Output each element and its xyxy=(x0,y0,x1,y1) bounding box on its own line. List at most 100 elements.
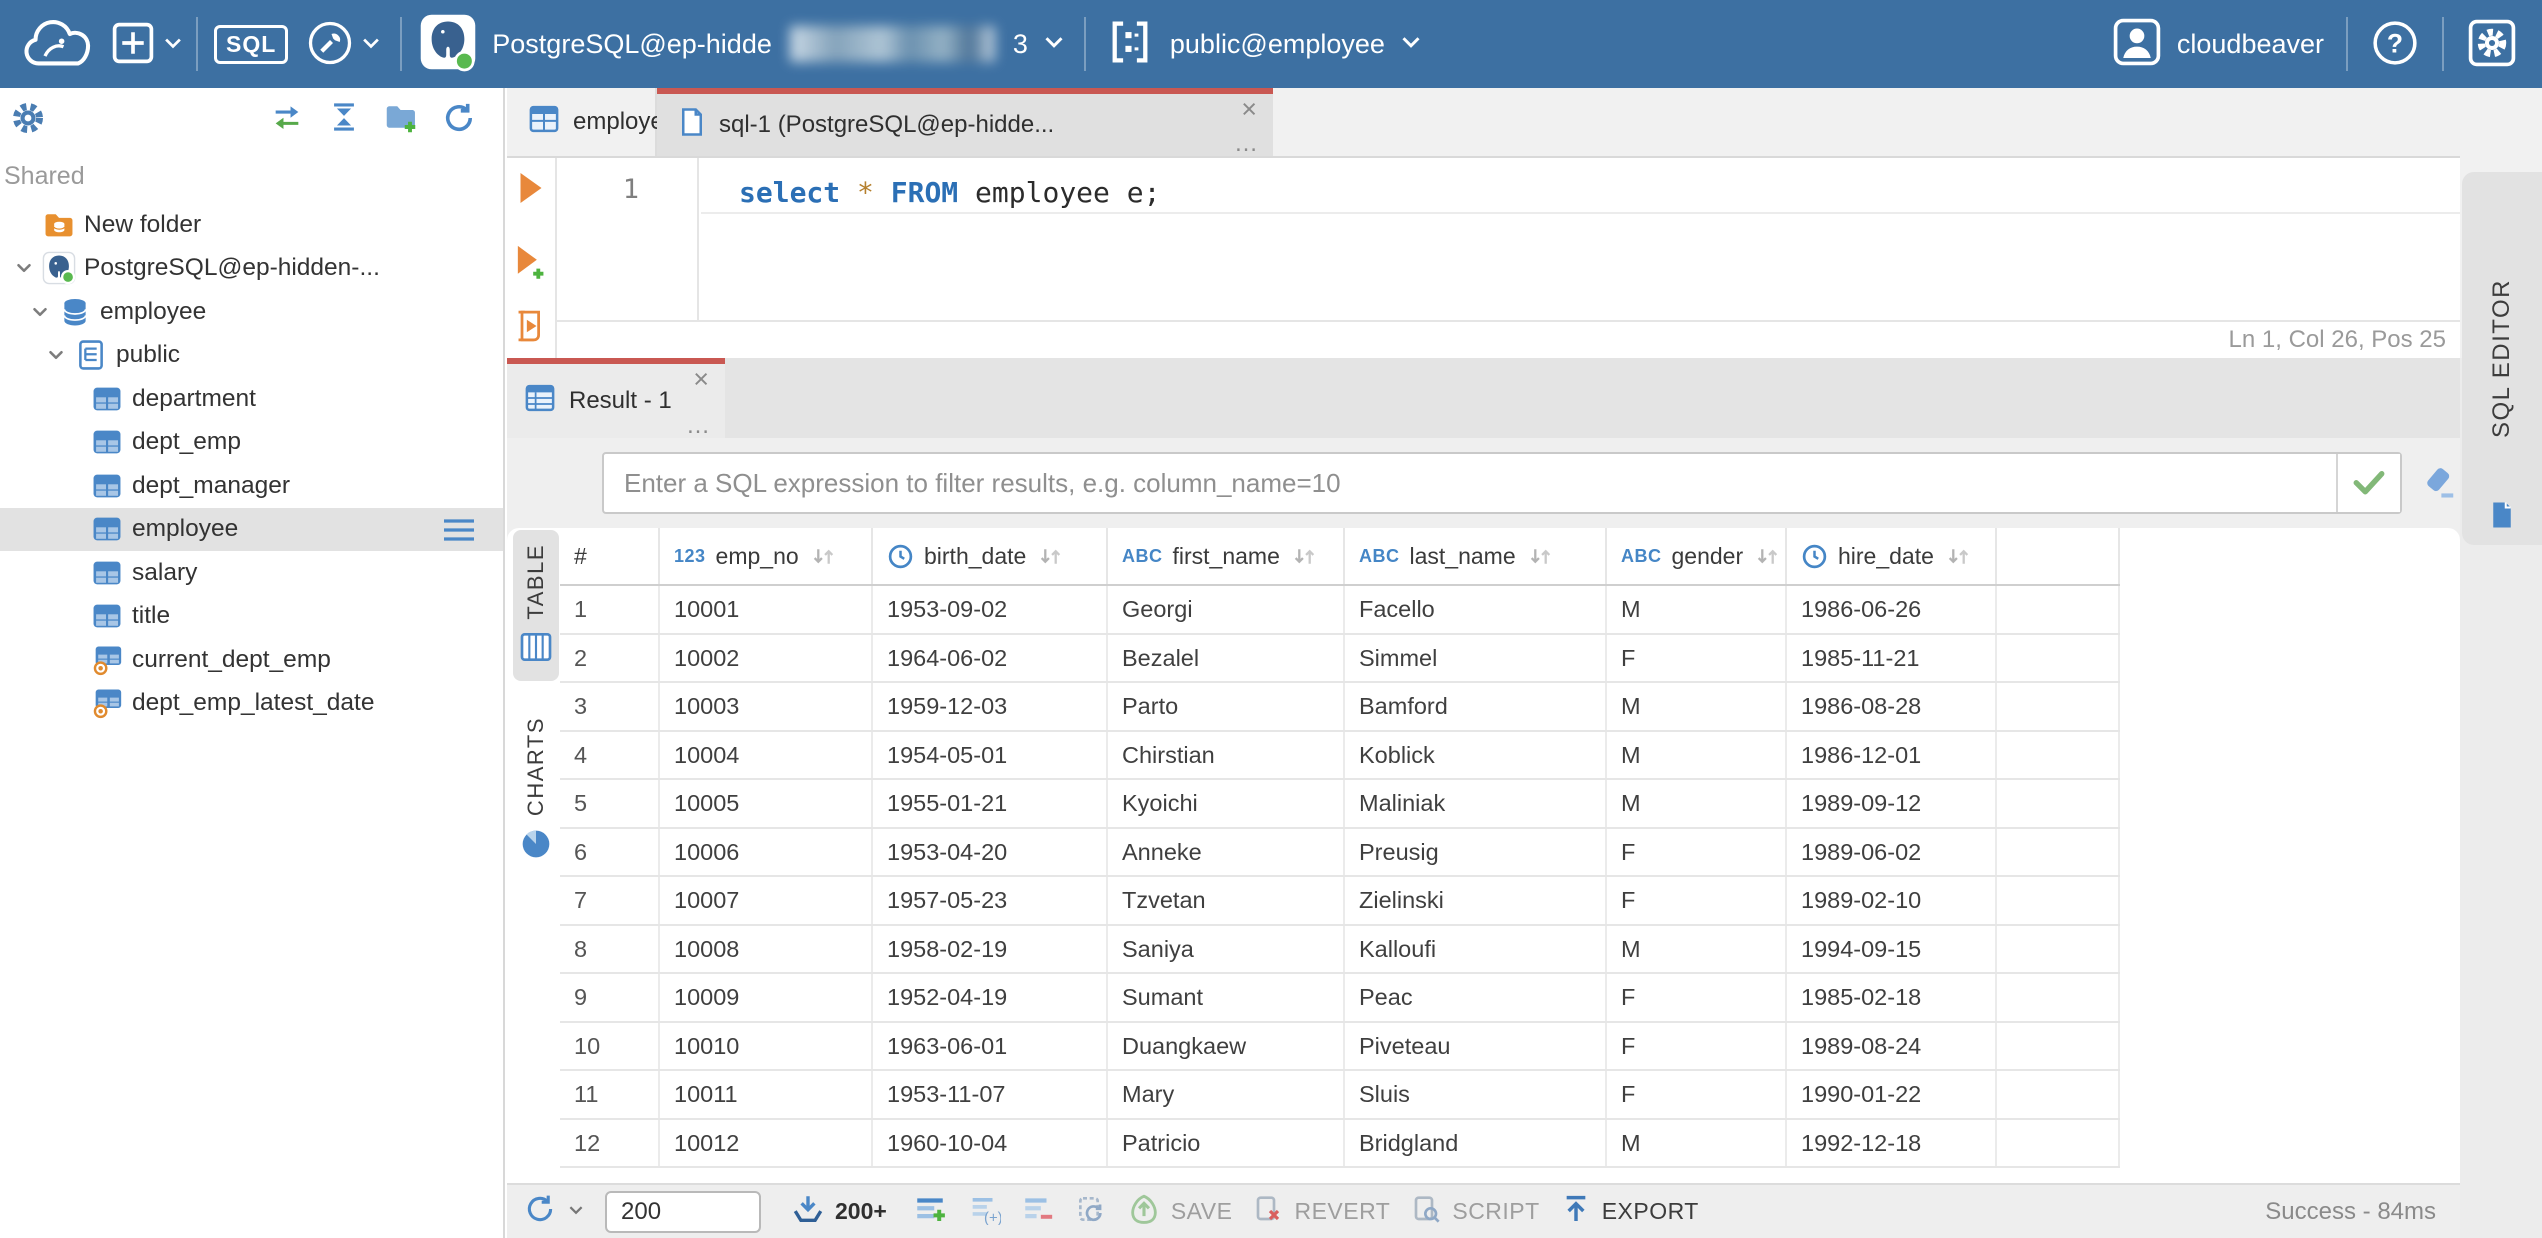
grid-cell[interactable]: Tzvetan xyxy=(1108,877,1345,924)
sort-icon[interactable] xyxy=(1038,545,1063,568)
grid-cell[interactable]: F xyxy=(1607,1022,1787,1069)
grid-cell[interactable]: F xyxy=(1607,828,1787,875)
grid-cell[interactable]: Parto xyxy=(1108,683,1345,730)
row-number-cell[interactable]: 11 xyxy=(560,1071,660,1118)
grid-cell[interactable]: 1964-06-02 xyxy=(873,634,1108,681)
grid-cell[interactable]: Maliniak xyxy=(1345,780,1607,827)
execute-script-button[interactable] xyxy=(514,308,548,347)
grid-cell[interactable]: 1957-05-23 xyxy=(873,877,1108,924)
auto-refresh-button[interactable] xyxy=(1075,1193,1107,1231)
row-number-cell[interactable]: 3 xyxy=(560,683,660,730)
tree-item-New-folder[interactable]: New folder xyxy=(0,203,503,247)
grid-cell[interactable]: Sluis xyxy=(1345,1071,1607,1118)
grid-cell[interactable]: Georgi xyxy=(1108,586,1345,633)
grid-cell[interactable]: Patricio xyxy=(1108,1119,1345,1166)
column-header-last_name[interactable]: ABC last_name xyxy=(1345,528,1607,584)
grid-cell[interactable]: F xyxy=(1607,877,1787,924)
grid-cell[interactable]: 10009 xyxy=(660,974,873,1021)
apply-filter-button[interactable] xyxy=(2336,454,2400,512)
grid-cell[interactable]: 10003 xyxy=(660,683,873,730)
grid-cell[interactable]: 10006 xyxy=(660,828,873,875)
grid-cell[interactable]: 10004 xyxy=(660,731,873,778)
tree-item-current_dept_emp[interactable]: current_dept_emp xyxy=(0,638,503,682)
chevron-down-icon[interactable] xyxy=(38,344,74,366)
sort-icon[interactable] xyxy=(1292,545,1317,568)
grid-cell[interactable]: M xyxy=(1607,586,1787,633)
grid-cell[interactable]: 1989-06-02 xyxy=(1787,828,1997,875)
tab-sql-1[interactable]: sql-1 (PostgreSQL@ep-hidde... × … xyxy=(657,88,1273,156)
grid-cell[interactable]: 1954-05-01 xyxy=(873,731,1108,778)
grid-cell[interactable]: M xyxy=(1607,1119,1787,1166)
column-header-emp_no[interactable]: 123 emp_no xyxy=(660,528,873,584)
tree-item-department[interactable]: department xyxy=(0,377,503,421)
filter-input[interactable] xyxy=(604,454,2336,512)
refresh-result-button[interactable] xyxy=(523,1192,585,1232)
row-number-cell[interactable]: 9 xyxy=(560,974,660,1021)
grid-cell[interactable]: Saniya xyxy=(1108,925,1345,972)
grid-cell[interactable]: M xyxy=(1607,925,1787,972)
grid-cell[interactable]: Koblick xyxy=(1345,731,1607,778)
tree-item-dept_manager[interactable]: dept_manager xyxy=(0,464,503,508)
tree-item-title[interactable]: title xyxy=(0,595,503,639)
clear-filter-button[interactable] xyxy=(2418,463,2460,504)
tree-item-public[interactable]: public xyxy=(0,334,503,378)
grid-cell[interactable]: F xyxy=(1607,1071,1787,1118)
revert-button[interactable]: REVERT xyxy=(1252,1193,1390,1231)
script-button[interactable]: SCRIPT xyxy=(1410,1193,1539,1231)
duplicate-row-button[interactable]: (+) xyxy=(967,1193,1002,1231)
cloudbeaver-logo[interactable] xyxy=(20,15,94,73)
grid-cell[interactable]: Facello xyxy=(1345,586,1607,633)
chevron-down-icon[interactable] xyxy=(22,301,58,323)
column-header-first_name[interactable]: ABC first_name xyxy=(1108,528,1345,584)
sort-icon[interactable] xyxy=(811,545,836,568)
grid-cell[interactable]: F xyxy=(1607,974,1787,1021)
row-number-cell[interactable]: 2 xyxy=(560,634,660,681)
grid-cell[interactable]: 1953-11-07 xyxy=(873,1071,1108,1118)
link-with-editor-button[interactable] xyxy=(269,100,305,137)
sort-icon[interactable] xyxy=(1755,545,1780,568)
add-row-button[interactable] xyxy=(913,1193,947,1231)
tree-item-employee[interactable]: employee xyxy=(0,290,503,334)
grid-cell[interactable]: F xyxy=(1607,634,1787,681)
grid-cell[interactable]: 1989-09-12 xyxy=(1787,780,1997,827)
grid-cell[interactable]: Kalloufi xyxy=(1345,925,1607,972)
grid-cell[interactable]: 1958-02-19 xyxy=(873,925,1108,972)
grid-cell[interactable]: M xyxy=(1607,683,1787,730)
tab-employee[interactable]: employee xyxy=(507,88,677,156)
grid-cell[interactable]: 1986-06-26 xyxy=(1787,586,1997,633)
tab-sql-editor-side[interactable]: SQL EDITOR xyxy=(2462,172,2542,545)
item-actions-icon[interactable] xyxy=(441,516,477,549)
grid-cell[interactable]: 10011 xyxy=(660,1071,873,1118)
settings-button[interactable] xyxy=(2466,17,2518,72)
grid-cell[interactable]: 1989-02-10 xyxy=(1787,877,1997,924)
tab-charts-view[interactable]: CHARTS xyxy=(513,703,559,879)
row-number-cell[interactable]: 5 xyxy=(560,780,660,827)
row-number-cell[interactable]: 6 xyxy=(560,828,660,875)
grid-cell[interactable]: M xyxy=(1607,731,1787,778)
connection-selector[interactable]: PostgreSQL@ep-hidde 3 xyxy=(418,12,1066,77)
grid-cell[interactable]: 1992-12-18 xyxy=(1787,1119,1997,1166)
grid-cell[interactable]: 1985-11-21 xyxy=(1787,634,1997,681)
schema-selector[interactable]: public@employee xyxy=(1104,16,1423,73)
grid-cell[interactable]: Bamford xyxy=(1345,683,1607,730)
refresh-tree-button[interactable] xyxy=(441,100,477,139)
grid-cell[interactable]: 10002 xyxy=(660,634,873,681)
tab-table-view[interactable]: TABLE xyxy=(513,530,559,681)
grid-cell[interactable]: Sumant xyxy=(1108,974,1345,1021)
grid-cell[interactable]: 1953-09-02 xyxy=(873,586,1108,633)
tree-item-employee[interactable]: employee xyxy=(0,507,503,551)
tree-item-salary[interactable]: salary xyxy=(0,551,503,595)
execute-query-button[interactable] xyxy=(515,170,547,209)
grid-cell[interactable]: 10007 xyxy=(660,877,873,924)
grid-cell[interactable]: Kyoichi xyxy=(1108,780,1345,827)
tree-item-PostgreSQL-ep-hidden--[interactable]: PostgreSQL@ep-hidden-... xyxy=(0,247,503,291)
tab-options-icon[interactable]: … xyxy=(686,414,711,438)
new-folder-button[interactable] xyxy=(383,100,419,139)
tab-options-icon[interactable]: … xyxy=(1234,132,1259,156)
delete-row-button[interactable] xyxy=(1021,1193,1055,1231)
grid-cell[interactable]: M xyxy=(1607,780,1787,827)
grid-cell[interactable]: 10012 xyxy=(660,1119,873,1166)
save-button[interactable]: SAVE xyxy=(1127,1192,1233,1232)
grid-cell[interactable]: 1952-04-19 xyxy=(873,974,1108,1021)
grid-cell[interactable]: Zielinski xyxy=(1345,877,1607,924)
